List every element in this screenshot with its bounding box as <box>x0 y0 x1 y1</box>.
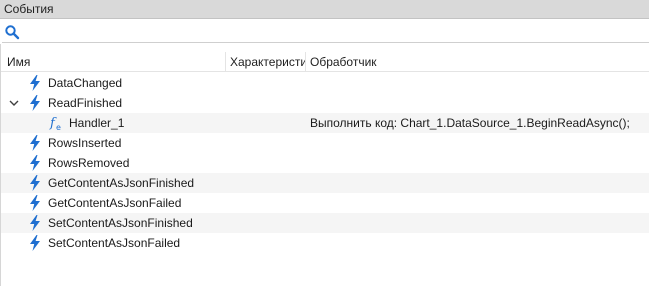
event-name: ReadFinished <box>48 96 123 110</box>
event-name: DataChanged <box>48 76 123 90</box>
lightning-bolt-icon <box>30 75 40 91</box>
events-tree: Имя Характеристи Обработчик DataChanged … <box>0 44 649 286</box>
event-row-datachanged[interactable]: DataChanged <box>1 73 649 93</box>
svg-text:e: e <box>56 123 61 131</box>
event-name: RowsRemoved <box>48 156 130 170</box>
chevron-down-icon[interactable] <box>8 97 20 109</box>
lightning-bolt-icon <box>30 135 40 151</box>
lightning-bolt-icon <box>30 195 40 211</box>
events-list: DataChanged ReadFinished f e Handler_1 В… <box>1 73 649 253</box>
lightning-bolt-icon <box>30 175 40 191</box>
lightning-bolt-icon <box>30 155 40 171</box>
column-name-header[interactable]: Имя <box>3 52 225 72</box>
column-characteristic-header[interactable]: Характеристи <box>225 52 305 72</box>
event-name: GetContentAsJsonFailed <box>48 196 182 210</box>
event-name: GetContentAsJsonFinished <box>48 176 195 190</box>
event-name: SetContentAsJsonFinished <box>48 216 193 230</box>
search-bar <box>0 19 649 44</box>
lightning-bolt-icon <box>30 215 40 231</box>
lightning-bolt-icon <box>30 235 40 251</box>
panel-header: События <box>0 0 649 19</box>
column-header: Имя Характеристи Обработчик <box>1 52 649 72</box>
search-input[interactable] <box>24 22 644 40</box>
event-row-setcontentasjsonfailed[interactable]: SetContentAsJsonFailed <box>1 233 649 253</box>
event-name: RowsInserted <box>48 136 122 150</box>
event-row-rowsinserted[interactable]: RowsInserted <box>1 133 649 153</box>
event-row-readfinished[interactable]: ReadFinished <box>1 93 649 113</box>
event-row-getcontentasjsonfinished[interactable]: GetContentAsJsonFinished <box>1 173 649 193</box>
handler-name: Handler_1 <box>69 116 125 130</box>
function-icon: f e <box>49 116 61 131</box>
handler-row[interactable]: f e Handler_1 Выполнить код: Chart_1.Dat… <box>1 113 649 133</box>
column-handler-header[interactable]: Обработчик <box>305 52 649 72</box>
lightning-bolt-icon <box>30 95 40 111</box>
panel-title: События <box>4 2 54 16</box>
search-underline <box>2 42 649 43</box>
event-name: SetContentAsJsonFailed <box>48 236 181 250</box>
event-row-getcontentasjsonfailed[interactable]: GetContentAsJsonFailed <box>1 193 649 213</box>
event-row-rowsremoved[interactable]: RowsRemoved <box>1 153 649 173</box>
search-icon <box>5 25 20 40</box>
handler-action: Выполнить код: Chart_1.DataSource_1.Begi… <box>310 116 630 130</box>
event-row-setcontentasjsonfinished[interactable]: SetContentAsJsonFinished <box>1 213 649 233</box>
